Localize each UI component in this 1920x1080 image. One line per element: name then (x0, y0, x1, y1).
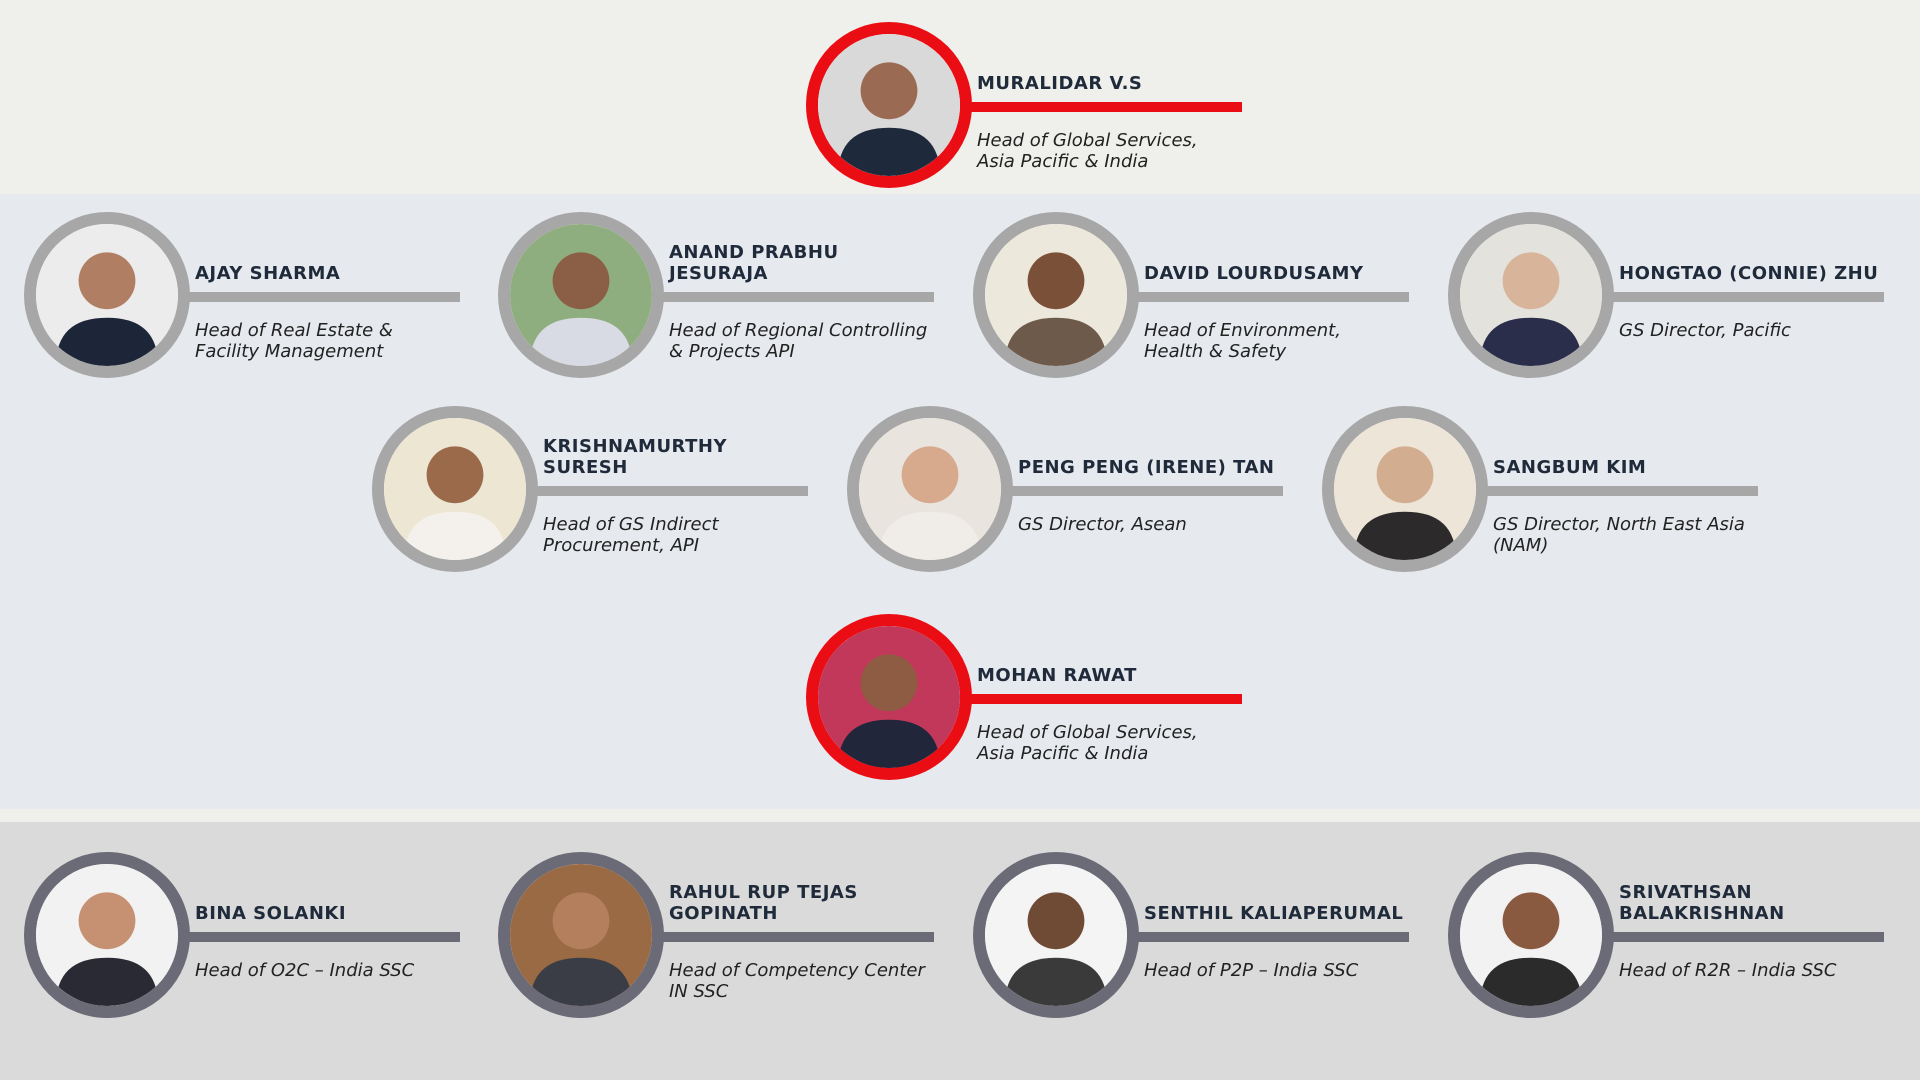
band-divider (0, 809, 1920, 822)
person-card-anand-prabhu: ANAND PRABHU JESURAJA Head of Regional C… (498, 212, 958, 378)
person-role: GS Director, Asean (1018, 514, 1187, 535)
connector-line (997, 486, 1283, 496)
person-role: Head of R2R – India SSC (1619, 960, 1837, 981)
person-role: Head of P2P – India SSC (1144, 960, 1359, 981)
connector-line (956, 694, 1242, 704)
connector-line (1472, 486, 1758, 496)
person-role: Head of O2C – India SSC (195, 960, 415, 981)
person-card-mohan-rawat: MOHAN RAWAT Head of Global Services, Asi… (806, 614, 1266, 780)
person-card-bina-solanki: BINA SOLANKI Head of O2C – India SSC (24, 852, 484, 1018)
person-role: Head of Global Services, Asia Pacific & … (977, 130, 1198, 172)
avatar (806, 22, 972, 188)
person-card-peng-peng-tan: PENG PENG (IRENE) TAN GS Director, Asean (847, 406, 1307, 572)
avatar (498, 212, 664, 378)
avatar (24, 212, 190, 378)
person-role: Head of Global Services, Asia Pacific & … (977, 722, 1198, 764)
avatar (498, 852, 664, 1018)
avatar (847, 406, 1013, 572)
connector-line (648, 932, 934, 942)
person-card-rahul-gopinath: RAHUL RUP TEJAS GOPINATH Head of Compete… (498, 852, 958, 1018)
connector-line (174, 292, 460, 302)
avatar (1448, 852, 1614, 1018)
person-name: BINA SOLANKI (195, 903, 347, 924)
avatar (372, 406, 538, 572)
person-name: MOHAN RAWAT (977, 665, 1137, 686)
connector-line (1598, 932, 1884, 942)
person-name: RAHUL RUP TEJAS GOPINATH (669, 882, 858, 924)
connector-line (648, 292, 934, 302)
person-name: KRISHNAMURTHY SURESH (543, 436, 727, 478)
connector-line (1123, 932, 1409, 942)
person-name: ANAND PRABHU JESURAJA (669, 242, 839, 284)
person-card-sangbum-kim: SANGBUM KIM GS Director, North East Asia… (1322, 406, 1782, 572)
connector-line (522, 486, 808, 496)
person-name: DAVID LOURDUSAMY (1144, 263, 1364, 284)
person-role: Head of Regional Controlling & Projects … (669, 320, 928, 362)
avatar (1448, 212, 1614, 378)
person-card-senthil-kaliaperumal: SENTHIL KALIAPERUMAL Head of P2P – India… (973, 852, 1433, 1018)
person-role: Head of Real Estate & Facility Managemen… (195, 320, 393, 362)
person-card-david-lourdusamy: DAVID LOURDUSAMY Head of Environment, He… (973, 212, 1433, 378)
person-name: SANGBUM KIM (1493, 457, 1647, 478)
person-role: Head of GS Indirect Procurement, API (543, 514, 719, 556)
person-card-ajay-sharma: AJAY SHARMA Head of Real Estate & Facili… (24, 212, 484, 378)
person-card-srivathsan-balakrishnan: SRIVATHSAN BALAKRISHNAN Head of R2R – In… (1448, 852, 1908, 1018)
avatar (973, 852, 1139, 1018)
avatar (973, 212, 1139, 378)
person-name: MURALIDAR V.S (977, 73, 1143, 94)
avatar (806, 614, 972, 780)
person-role: Head of Competency Center IN SSC (669, 960, 925, 1002)
person-card-hongtao-zhu: HONGTAO (CONNIE) ZHU GS Director, Pacifi… (1448, 212, 1908, 378)
connector-line (1598, 292, 1884, 302)
connector-line (956, 102, 1242, 112)
person-name: PENG PENG (IRENE) TAN (1018, 457, 1275, 478)
person-role: GS Director, Pacific (1619, 320, 1791, 341)
person-name: HONGTAO (CONNIE) ZHU (1619, 263, 1879, 284)
person-name: SENTHIL KALIAPERUMAL (1144, 903, 1404, 924)
connector-line (1123, 292, 1409, 302)
avatar (1322, 406, 1488, 572)
person-name: SRIVATHSAN BALAKRISHNAN (1619, 882, 1785, 924)
avatar (24, 852, 190, 1018)
person-name: AJAY SHARMA (195, 263, 341, 284)
person-card-muralidar: MURALIDAR V.S Head of Global Services, A… (806, 22, 1266, 188)
person-card-krishnamurthy-suresh: KRISHNAMURTHY SURESH Head of GS Indirect… (372, 406, 832, 572)
person-role: GS Director, North East Asia (NAM) (1493, 514, 1745, 556)
person-role: Head of Environment, Health & Safety (1144, 320, 1341, 362)
connector-line (174, 932, 460, 942)
